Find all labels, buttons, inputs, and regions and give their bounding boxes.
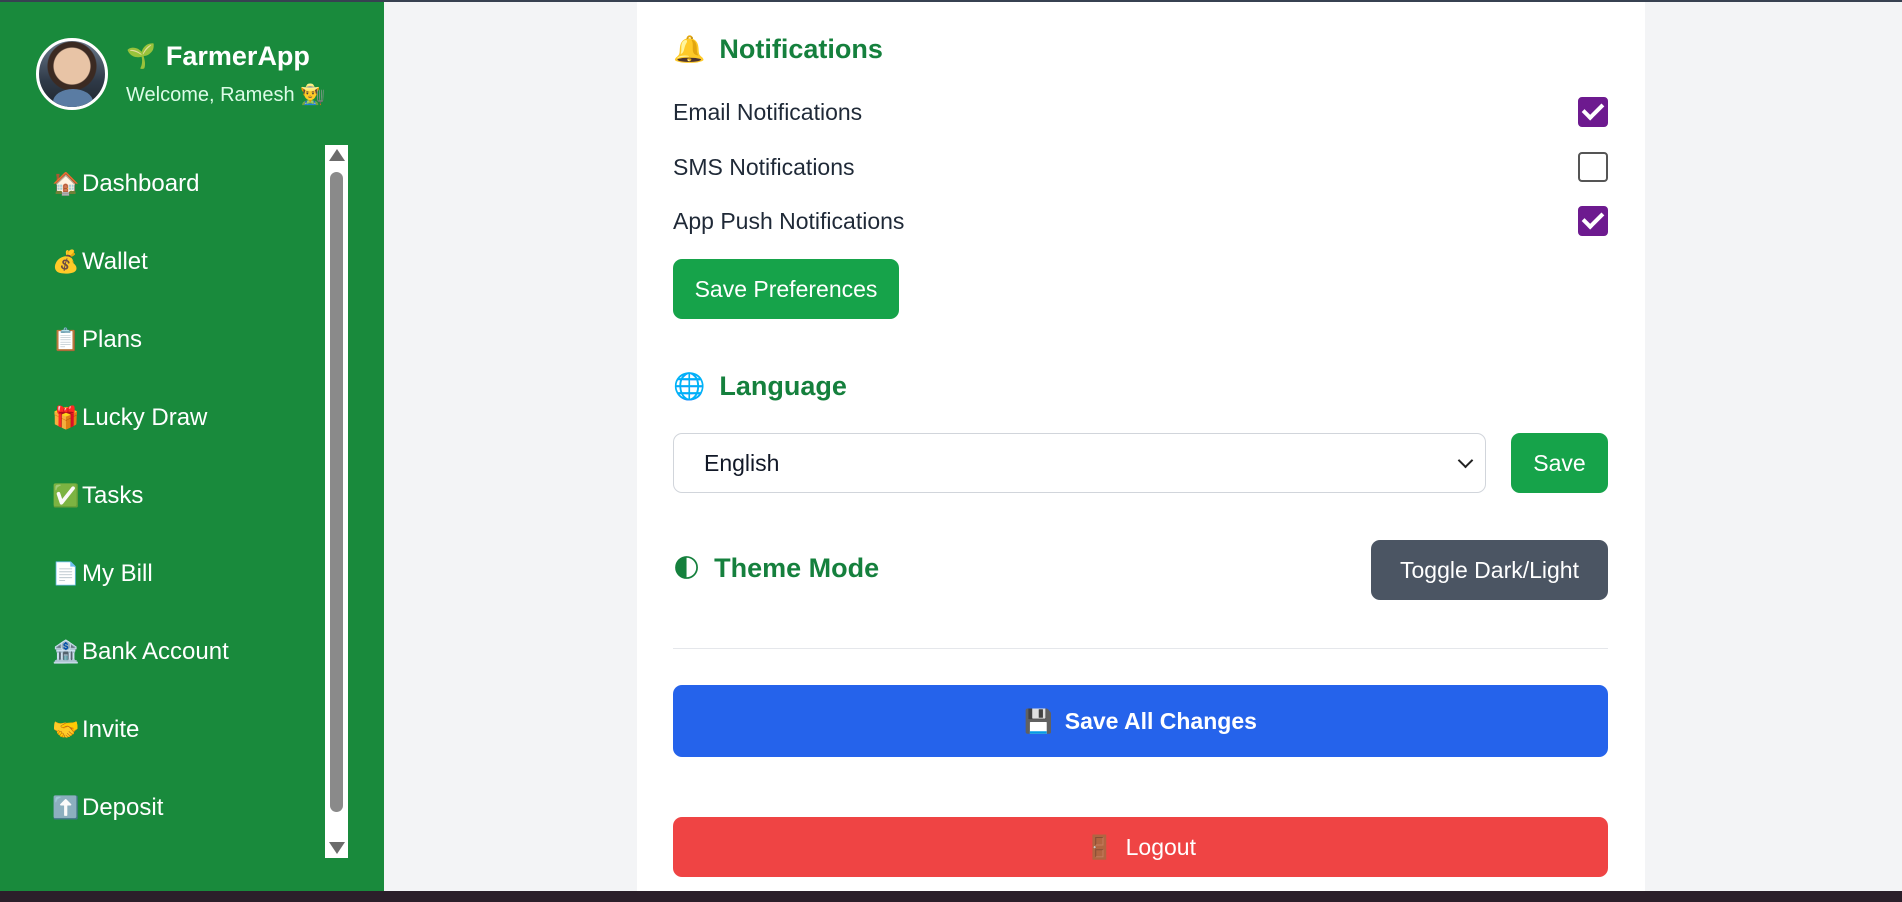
sidebar-item-label: My Bill <box>82 560 153 587</box>
theme-title: Theme Mode <box>714 553 880 583</box>
brand-block: 🌱 FarmerApp Welcome, Ramesh 👨‍🌾 <box>126 41 325 107</box>
sms-notifications-row: SMS Notifications <box>673 152 1608 182</box>
theme-heading: 🌓 Theme Mode <box>673 553 879 584</box>
email-notifications-checkbox[interactable] <box>1578 97 1608 127</box>
avatar[interactable] <box>36 38 108 110</box>
language-title: Language <box>719 371 847 401</box>
email-notifications-row: Email Notifications <box>673 97 1608 127</box>
sms-notifications-checkbox[interactable] <box>1578 152 1608 182</box>
bell-icon: 🔔 <box>673 34 706 64</box>
push-notifications-label: App Push Notifications <box>673 207 905 234</box>
os-taskbar-strip <box>0 891 1902 902</box>
brand-name: FarmerApp <box>165 41 310 71</box>
sidebar: 🌱 FarmerApp Welcome, Ramesh 👨‍🌾 🏠 Dashbo… <box>0 2 384 891</box>
bank-icon: 🏦 <box>52 639 80 664</box>
document-icon: 📄 <box>52 561 80 586</box>
half-moon-icon: 🌓 <box>673 553 701 583</box>
clipboard-icon: 📋 <box>52 327 80 352</box>
brand-title: 🌱 FarmerApp <box>126 41 325 72</box>
push-notifications-row: App Push Notifications <box>673 206 1608 236</box>
scroll-up-arrow-icon[interactable] <box>329 149 345 161</box>
save-language-button[interactable]: Save <box>1511 433 1608 493</box>
logout-label: Logout <box>1125 833 1196 860</box>
notifications-title: Notifications <box>719 34 883 64</box>
sidebar-item-bank-account[interactable]: 🏦 Bank Account <box>0 613 325 691</box>
sidebar-item-tasks[interactable]: ✅ Tasks <box>0 457 325 535</box>
sidebar-item-label: Deposit <box>82 794 164 821</box>
sidebar-item-my-bill[interactable]: 📄 My Bill <box>0 535 325 613</box>
language-select[interactable]: English <box>673 433 1486 493</box>
floppy-disk-icon: 💾 <box>1024 707 1053 734</box>
notifications-heading: 🔔 Notifications <box>673 34 883 65</box>
sidebar-nav: 🏠 Dashboard 💰 Wallet 📋 Plans 🎁 Lucky Dra… <box>0 145 325 847</box>
settings-panel: 🔔 Notifications Email Notifications SMS … <box>637 2 1645 891</box>
sidebar-item-invite[interactable]: 🤝 Invite <box>0 691 325 769</box>
language-selected-value: English <box>704 449 780 476</box>
sidebar-item-deposit[interactable]: ⬆️ Deposit <box>0 769 325 847</box>
logout-button[interactable]: 🚪 Logout <box>673 817 1608 877</box>
scroll-down-arrow-icon[interactable] <box>329 842 345 854</box>
welcome-text: Welcome, Ramesh 👨‍🌾 <box>126 84 326 106</box>
sidebar-item-label: Plans <box>82 326 143 353</box>
sidebar-item-wallet[interactable]: 💰 Wallet <box>0 223 325 301</box>
sms-notifications-label: SMS Notifications <box>673 153 855 180</box>
check-mark-icon: ✅ <box>52 483 80 508</box>
sidebar-item-label: Tasks <box>82 482 144 509</box>
sidebar-item-label: Dashboard <box>82 170 200 197</box>
save-preferences-button[interactable]: Save Preferences <box>673 259 899 319</box>
divider <box>673 648 1608 649</box>
sidebar-item-dashboard[interactable]: 🏠 Dashboard <box>0 145 325 223</box>
seedling-icon: 🌱 <box>126 43 156 70</box>
profile-header: 🌱 FarmerApp Welcome, Ramesh 👨‍🌾 <box>36 38 325 110</box>
globe-icon: 🌐 <box>673 371 706 401</box>
up-arrow-icon: ⬆️ <box>52 795 80 820</box>
house-icon: 🏠 <box>52 171 80 196</box>
toggle-theme-button[interactable]: Toggle Dark/Light <box>1371 540 1608 600</box>
sidebar-item-plans[interactable]: 📋 Plans <box>0 301 325 379</box>
sidebar-scrollbar[interactable] <box>325 145 348 858</box>
sidebar-item-label: Invite <box>82 716 140 743</box>
push-notifications-checkbox[interactable] <box>1578 206 1608 236</box>
sidebar-item-label: Lucky Draw <box>82 404 208 431</box>
money-bag-icon: 💰 <box>52 249 80 274</box>
sidebar-item-label: Wallet <box>82 248 148 275</box>
scrollbar-thumb[interactable] <box>330 172 343 812</box>
save-all-changes-button[interactable]: 💾 Save All Changes <box>673 685 1608 757</box>
door-icon: 🚪 <box>1085 833 1114 860</box>
chevron-down-icon <box>1457 452 1474 468</box>
app-window: 🌱 FarmerApp Welcome, Ramesh 👨‍🌾 🏠 Dashbo… <box>0 0 1902 902</box>
save-all-changes-label: Save All Changes <box>1064 707 1257 734</box>
sidebar-item-lucky-draw[interactable]: 🎁 Lucky Draw <box>0 379 325 457</box>
sidebar-item-label: Bank Account <box>82 638 229 665</box>
language-heading: 🌐 Language <box>673 371 847 402</box>
gift-icon: 🎁 <box>52 405 80 430</box>
handshake-icon: 🤝 <box>52 717 80 742</box>
email-notifications-label: Email Notifications <box>673 98 863 125</box>
